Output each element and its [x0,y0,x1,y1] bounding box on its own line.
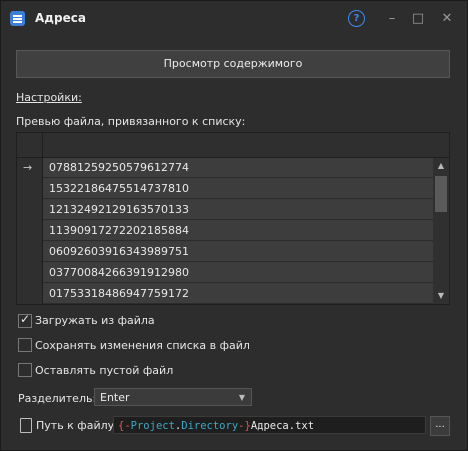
dialog-window: Адреса ? – □ ✕ Просмотр содержимого Наст… [0,0,468,451]
grid-row[interactable]: 12132492129163570133 [43,200,433,220]
close-button[interactable]: ✕ [437,9,457,29]
minimize-button[interactable]: – [382,9,402,29]
list-icon [10,11,25,26]
leave-empty-label[interactable]: Оставлять пустой файл [35,364,173,377]
file-icon [20,418,32,433]
window-title: Адреса [35,11,86,25]
save-changes-label[interactable]: Сохранять изменения списка в файл [35,339,250,352]
file-preview-grid[interactable]: → 07881259250579612774 15322186475514737… [16,132,450,305]
grid-row[interactable]: 01753318486947759172 [43,284,433,304]
grid-row[interactable]: 07881259250579612774 [43,158,433,178]
preview-label: Превью файла, привязанного к списку: [16,115,246,128]
view-contents-button[interactable]: Просмотр содержимого [16,50,450,78]
grid-header [17,133,449,158]
grid-row[interactable]: 11390917272202185884 [43,221,433,241]
maximize-button[interactable]: □ [408,9,428,29]
load-from-file-label[interactable]: Загружать из файла [35,314,155,327]
separator-label: Разделитель: [18,392,97,405]
path-open-brace: {- [118,420,131,432]
save-changes-checkbox[interactable] [18,338,32,352]
path-project: Project [130,420,175,432]
leave-empty-checkbox[interactable] [18,363,32,377]
vertical-scrollbar[interactable]: ▲ ▼ [433,158,449,304]
help-button[interactable]: ? [348,10,365,27]
separator-value: Enter [100,391,130,404]
path-filename: Адреса.txt [250,420,315,432]
browse-button[interactable]: ... [430,416,450,436]
path-directory: Directory [181,420,239,432]
load-from-file-checkbox[interactable] [18,312,32,328]
row-header-column [17,158,43,304]
chevron-down-icon: ▼ [238,393,245,402]
file-path-input[interactable]: {-Project.Directory-}Адреса.txt [113,416,426,434]
path-label: Путь к файлу [36,419,115,432]
scroll-down-icon[interactable]: ▼ [433,291,449,300]
settings-link[interactable]: Настройки: [16,91,82,104]
grid-row[interactable]: 06092603916343989751 [43,242,433,262]
scrollbar-thumb[interactable] [435,176,447,212]
current-row-arrow-icon: → [23,161,33,174]
scroll-up-icon[interactable]: ▲ [433,161,449,170]
grid-row[interactable]: 03770084266391912980 [43,263,433,283]
path-close-brace: -} [238,420,251,432]
title-bar: Адреса ? – □ ✕ [1,1,467,37]
grid-row[interactable]: 15322186475514737810 [43,179,433,199]
separator-select[interactable]: Enter ▼ [94,388,252,406]
